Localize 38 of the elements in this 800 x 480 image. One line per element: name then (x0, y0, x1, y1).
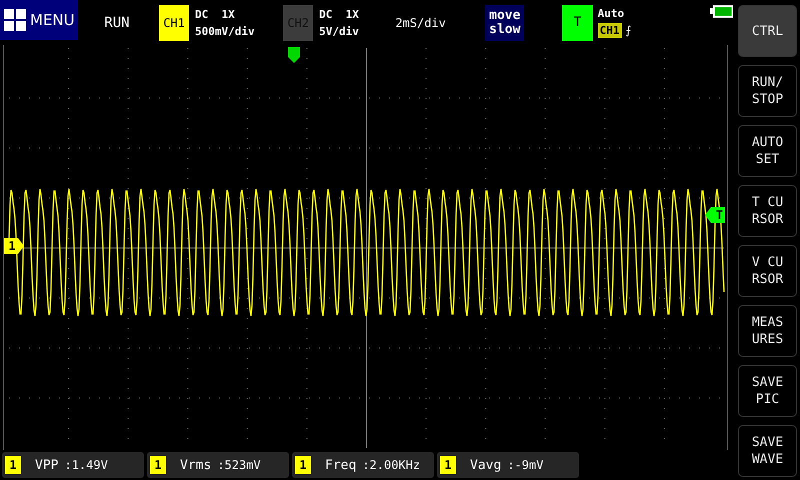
move-speed-button[interactable]: move slow (485, 4, 524, 40)
trigger-source: CH1 (598, 23, 622, 38)
trigger-position-marker[interactable] (288, 47, 300, 63)
channel-button[interactable]: CH1 (159, 4, 190, 40)
channel-badge: 1 (440, 456, 456, 474)
side-menu-button[interactable]: T CU RSOR (738, 185, 797, 237)
measurement-value: :-9mV (507, 458, 544, 472)
side-menu-button[interactable]: V CU RSOR (738, 245, 797, 297)
trigger-mode: Auto (598, 7, 626, 20)
channel-scale: 5V/div (319, 24, 359, 40)
side-menu-button[interactable]: RUN/ STOP (738, 65, 797, 117)
measurement-label: VPP (35, 458, 58, 472)
side-menu-button[interactable]: SAVE PIC (738, 365, 797, 417)
grid-icon (4, 9, 26, 31)
measurement-value: :2.00KHz (362, 458, 420, 472)
channel-badge: 1 (5, 456, 21, 474)
timebase-label: 2mS/div (395, 16, 447, 30)
channel-badge: 1 (150, 456, 166, 474)
trigger-button[interactable]: T (562, 4, 593, 40)
channel-coupling: DC 1X (195, 6, 236, 22)
channel-coupling: DC 1X (319, 6, 359, 22)
run-status: RUN (104, 14, 131, 30)
trigger-level-marker[interactable]: T (705, 207, 725, 223)
channel-badge: 1 (295, 456, 311, 474)
side-menu-button[interactable]: CTRL (738, 5, 797, 57)
channel-marker[interactable]: 1 (4, 238, 24, 254)
measurement-label: Vrms (180, 458, 212, 472)
measurement-value: :523mV (217, 458, 261, 472)
measurement-value: :1.49V (64, 458, 108, 472)
measurement-label: Freq (325, 458, 356, 472)
measurement-label: Vavg (470, 458, 502, 472)
battery-icon (710, 5, 733, 18)
menu-button[interactable]: MENU (0, 0, 78, 40)
side-menu-button[interactable]: AUTO SET (738, 125, 797, 177)
trigger-edge-icon: ⨍ (626, 24, 632, 37)
channel-scale: 500mV/div (195, 24, 255, 40)
side-menu-button[interactable]: MEAS URES (738, 305, 797, 357)
side-menu-button[interactable]: SAVE WAVE (738, 425, 797, 477)
